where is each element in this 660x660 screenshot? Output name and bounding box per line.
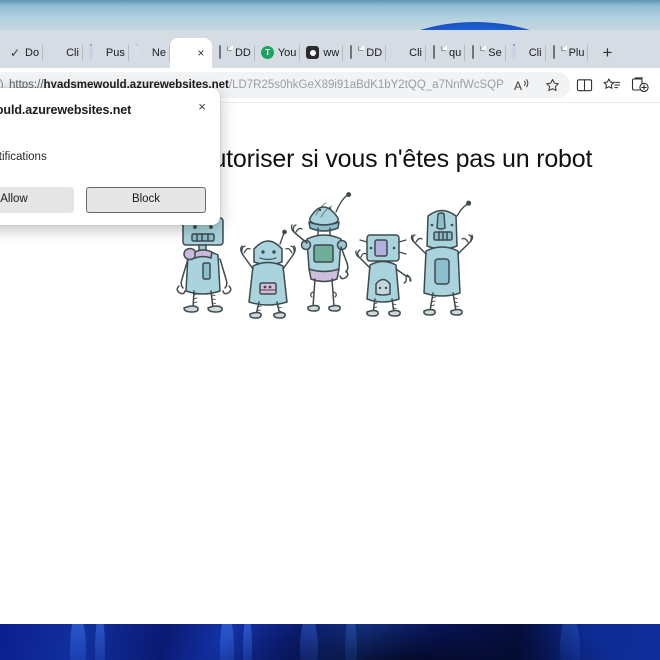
document-icon <box>432 45 446 60</box>
browser-tab-10[interactable]: qu <box>426 38 466 68</box>
close-tab-icon[interactable]: × <box>193 45 209 61</box>
browser-tab-1[interactable]: Cli <box>43 38 83 68</box>
edge-icon <box>49 46 63 60</box>
document-icon <box>552 45 566 60</box>
document-icon <box>349 45 363 60</box>
tab-label: Ne <box>151 47 166 59</box>
tab-label: Do <box>25 47 40 59</box>
tab-label: DD <box>234 47 251 59</box>
dark-circle-icon <box>306 46 320 60</box>
browser-tab-2[interactable]: Pus <box>83 38 129 68</box>
tab-label: DD <box>366 47 383 59</box>
check-icon: ✓ <box>9 46 21 60</box>
dialog-body-text: Show notifications <box>0 151 47 163</box>
browser-tab-11[interactable]: Se <box>465 38 507 68</box>
document-icon <box>471 45 485 60</box>
loading-spinner-dim-icon <box>134 44 149 60</box>
split-screen-icon[interactable] <box>570 70 598 100</box>
new-tab-button[interactable]: + <box>594 40 620 66</box>
tab-label: Pus <box>105 47 125 59</box>
edge-icon <box>176 46 190 60</box>
browser-tab-active[interactable]: × <box>169 38 212 68</box>
tab-label: Cli <box>66 47 79 59</box>
read-aloud-icon[interactable]: A <box>510 73 534 97</box>
browser-tab-0[interactable]: ✓ Do <box>2 38 44 68</box>
allow-button[interactable]: Allow <box>0 187 74 213</box>
document-icon <box>218 45 232 60</box>
tab-label: You <box>277 47 297 59</box>
desktop-wallpaper-top <box>0 0 660 34</box>
favorites-star-icon[interactable] <box>540 73 564 97</box>
tab-label: ww <box>323 47 340 59</box>
browser-tab-9[interactable]: Cli <box>386 38 426 68</box>
tab-label: qu <box>449 47 462 59</box>
dialog-title-host: dsmewould.azurewebsites.net <box>0 103 132 117</box>
edge-icon <box>392 46 406 60</box>
browser-tab-6[interactable]: T You <box>255 38 301 68</box>
favorites-list-icon[interactable] <box>598 70 626 100</box>
tab-strip: ✓ Do Cli Pus Ne × DD T You ww DD Cli qu … <box>0 30 660 68</box>
dialog-button-row: Allow Block <box>0 187 206 213</box>
loading-spinner-icon <box>88 44 103 60</box>
tab-label: Se <box>488 47 502 59</box>
browser-tab-13[interactable]: Plu <box>546 38 589 68</box>
dialog-title: dsmewould.azurewebsites.net ts to <box>0 102 206 134</box>
browser-window: ✓ Do Cli Pus Ne × DD T You ww DD Cli qu … <box>0 30 660 628</box>
notification-permission-dialog: × dsmewould.azurewebsites.net ts to Show… <box>0 88 220 225</box>
url-path: /LD7R25s0hkGeX89i91aBdK1bY2tQQ_a7NnfWcSQ… <box>228 79 504 91</box>
browser-tab-3[interactable]: Ne <box>129 38 171 68</box>
collections-icon[interactable] <box>626 70 654 100</box>
browser-tab-12[interactable]: Cli <box>506 38 546 68</box>
browser-tab-8[interactable]: DD <box>343 38 387 68</box>
browser-tab-5[interactable]: DD <box>212 38 255 68</box>
close-icon[interactable]: × <box>193 97 211 115</box>
block-button[interactable]: Block <box>86 187 206 213</box>
desktop-wallpaper-bottom <box>0 624 660 660</box>
tab-label: Cli <box>528 47 542 59</box>
loading-spinner-icon <box>511 44 526 60</box>
tab-label: Plu <box>568 47 585 59</box>
green-badge-icon: T <box>260 46 275 60</box>
svg-text:A: A <box>514 79 522 93</box>
browser-tab-7[interactable]: ww <box>300 38 344 68</box>
tab-label: Cli <box>409 47 423 59</box>
